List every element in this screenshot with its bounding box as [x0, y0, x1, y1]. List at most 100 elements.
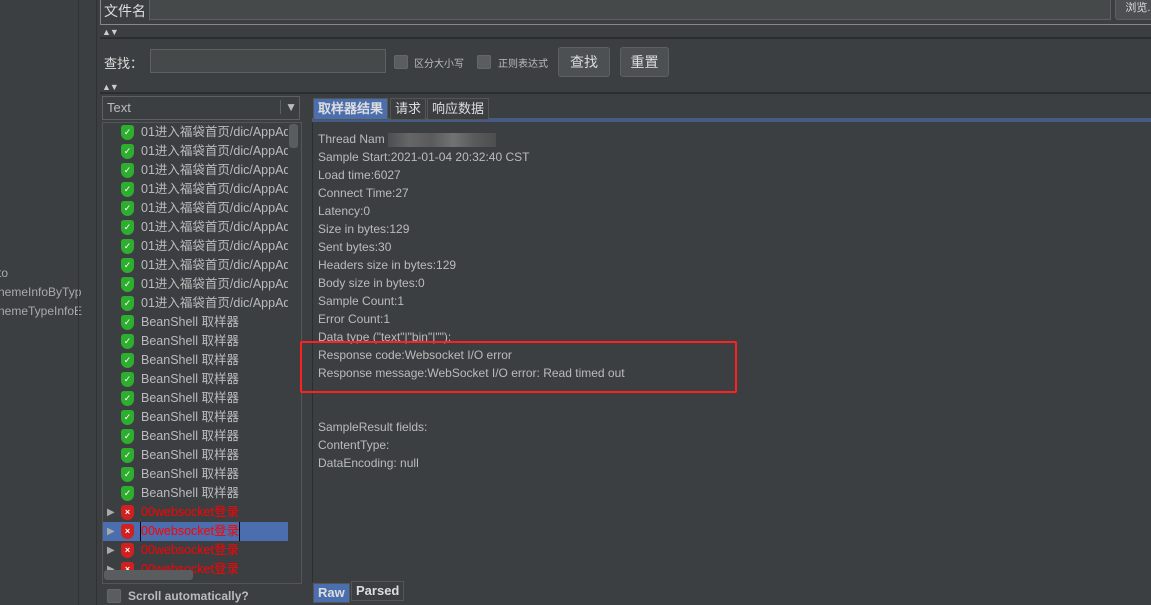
result-label: BeanShell 取样器 — [141, 467, 239, 481]
result-row[interactable]: ✓ BeanShell 取样器 — [103, 332, 288, 351]
result-label: BeanShell 取样器 — [141, 448, 239, 462]
renderer-selected: Text — [107, 100, 131, 115]
collapse-arrows-icon[interactable]: ▲▼ — [102, 82, 119, 92]
success-shield-icon: ✓ — [121, 486, 134, 501]
result-line: Connect Time:27 — [318, 186, 409, 200]
result-label: 00websocket登录 — [140, 522, 240, 541]
result-row[interactable]: ✓ BeanShell 取样器 — [103, 408, 288, 427]
success-shield-icon: ✓ — [121, 220, 134, 235]
result-label: BeanShell 取样器 — [141, 315, 239, 329]
result-label: 00websocket登录 — [141, 505, 239, 519]
success-shield-icon: ✓ — [121, 258, 134, 273]
result-row[interactable]: ▶ × 00websocket登录 — [103, 541, 288, 560]
result-label: BeanShell 取样器 — [141, 486, 239, 500]
result-line: Sample Count:1 — [318, 294, 405, 308]
left-tree: to nemeInfoByTyp nemeTypeInfoE — [0, 0, 82, 605]
result-row[interactable]: ✓ 01进入福袋首页/dic/AppAd — [103, 256, 288, 275]
result-label: 01进入福袋首页/dic/AppAd — [141, 220, 288, 234]
result-line: Sent bytes:30 — [318, 240, 392, 254]
success-shield-icon: ✓ — [121, 353, 134, 368]
result-line: SampleResult fields: — [318, 420, 428, 434]
browse-button[interactable]: 浏览... — [1115, 0, 1151, 20]
find-button[interactable]: 查找 — [558, 47, 610, 77]
result-label: 01进入福袋首页/dic/AppAd — [141, 296, 288, 310]
result-line: Load time:6027 — [318, 168, 401, 182]
success-shield-icon: ✓ — [121, 429, 134, 444]
result-row[interactable]: ▶ × 00websocket登录 — [103, 503, 288, 522]
search-input[interactable] — [150, 49, 386, 73]
result-row[interactable]: ✓ BeanShell 取样器 — [103, 484, 288, 503]
result-row[interactable]: ✓ BeanShell 取样器 — [103, 389, 288, 408]
error-shield-icon: × — [121, 524, 134, 539]
expand-icon[interactable]: ▶ — [107, 522, 115, 541]
horizontal-scrollbar[interactable] — [104, 570, 193, 580]
tab-parsed[interactable]: Parsed — [351, 581, 405, 601]
result-label: 00websocket登录 — [141, 543, 239, 557]
result-row[interactable]: ✓ 01进入福袋首页/dic/AppAd — [103, 237, 288, 256]
success-shield-icon: ✓ — [121, 410, 134, 425]
success-shield-icon: ✓ — [121, 239, 134, 254]
result-row[interactable]: ✓ BeanShell 取样器 — [103, 313, 288, 332]
result-label: 01进入福袋首页/dic/AppAd — [141, 182, 288, 196]
result-row[interactable]: ▶ × 00websocket登录 — [103, 522, 288, 541]
tab-raw[interactable]: Raw — [313, 583, 350, 603]
blurred-thread-name — [388, 133, 496, 147]
success-shield-icon: ✓ — [121, 391, 134, 406]
success-shield-icon: ✓ — [121, 125, 134, 140]
error-shield-icon: × — [121, 505, 134, 520]
result-row[interactable]: ✓ 01进入福袋首页/dic/AppAd — [103, 294, 288, 313]
result-label: 01进入福袋首页/dic/AppAd — [141, 163, 288, 177]
result-label: 01进入福袋首页/dic/AppAd — [141, 239, 288, 253]
vertical-scrollbar[interactable] — [289, 124, 298, 148]
regex-checkbox[interactable] — [477, 55, 491, 69]
result-row[interactable]: ✓ BeanShell 取样器 — [103, 370, 288, 389]
success-shield-icon: ✓ — [121, 448, 134, 463]
tree-item[interactable]: to — [0, 266, 8, 280]
success-shield-icon: ✓ — [121, 372, 134, 387]
tab-response-data[interactable]: 响应数据 — [427, 98, 490, 120]
result-row[interactable]: ✓ 01进入福袋首页/dic/AppAd — [103, 218, 288, 237]
result-row[interactable]: ✓ 01进入福袋首页/dic/AppAd — [103, 199, 288, 218]
result-row[interactable]: ✓ 01进入福袋首页/dic/AppAd — [103, 275, 288, 294]
result-label: BeanShell 取样器 — [141, 410, 239, 424]
case-sensitive-checkbox[interactable] — [394, 55, 408, 69]
success-shield-icon: ✓ — [121, 182, 134, 197]
result-line: Error Count:1 — [318, 312, 391, 326]
result-row[interactable]: ✓ 01进入福袋首页/dic/AppAd — [103, 161, 288, 180]
reset-button[interactable]: 重置 — [620, 47, 669, 77]
result-line: Latency:0 — [318, 204, 371, 218]
success-shield-icon: ✓ — [121, 201, 134, 216]
success-shield-icon: ✓ — [121, 144, 134, 159]
error-shield-icon: × — [121, 543, 134, 558]
result-row[interactable]: ✓ BeanShell 取样器 — [103, 427, 288, 446]
tab-sampler-result[interactable]: 取样器结果 — [313, 98, 389, 120]
tab-request[interactable]: 请求 — [390, 98, 427, 120]
file-panel: 文件名 浏览... — [100, 0, 1151, 25]
result-label: BeanShell 取样器 — [141, 391, 239, 405]
success-shield-icon: ✓ — [121, 296, 134, 311]
result-row[interactable]: ✓ BeanShell 取样器 — [103, 351, 288, 370]
result-row[interactable]: ✓ BeanShell 取样器 — [103, 465, 288, 484]
expand-icon[interactable]: ▶ — [107, 541, 115, 560]
result-label: 01进入福袋首页/dic/AppAd — [141, 258, 288, 272]
result-line: Headers size in bytes:129 — [318, 258, 457, 272]
collapse-arrows-icon[interactable]: ▲▼ — [102, 27, 119, 37]
tree-item[interactable]: nemeTypeInfoE — [0, 304, 82, 318]
result-line: Size in bytes:129 — [318, 222, 410, 236]
result-row[interactable]: ✓ 01进入福袋首页/dic/AppAd — [103, 123, 288, 142]
tree-item[interactable]: nemeInfoByTyp — [0, 285, 81, 299]
result-label: 01进入福袋首页/dic/AppAd — [141, 277, 288, 291]
regex-label: 正则表达式 — [498, 59, 548, 70]
success-shield-icon: ✓ — [121, 277, 134, 292]
scroll-auto-checkbox[interactable] — [107, 589, 121, 603]
splitter[interactable] — [78, 0, 97, 605]
result-row[interactable]: ✓ 01进入福袋首页/dic/AppAd — [103, 180, 288, 199]
result-label: 01进入福袋首页/dic/AppAd — [141, 201, 288, 215]
file-input[interactable] — [149, 0, 1111, 20]
result-row[interactable]: ✓ 01进入福袋首页/dic/AppAd — [103, 142, 288, 161]
result-row[interactable]: ✓ BeanShell 取样器 — [103, 446, 288, 465]
success-shield-icon: ✓ — [121, 315, 134, 330]
highlight-box — [300, 341, 737, 393]
renderer-select[interactable]: Text ▼ — [102, 96, 300, 120]
expand-icon[interactable]: ▶ — [107, 503, 115, 522]
